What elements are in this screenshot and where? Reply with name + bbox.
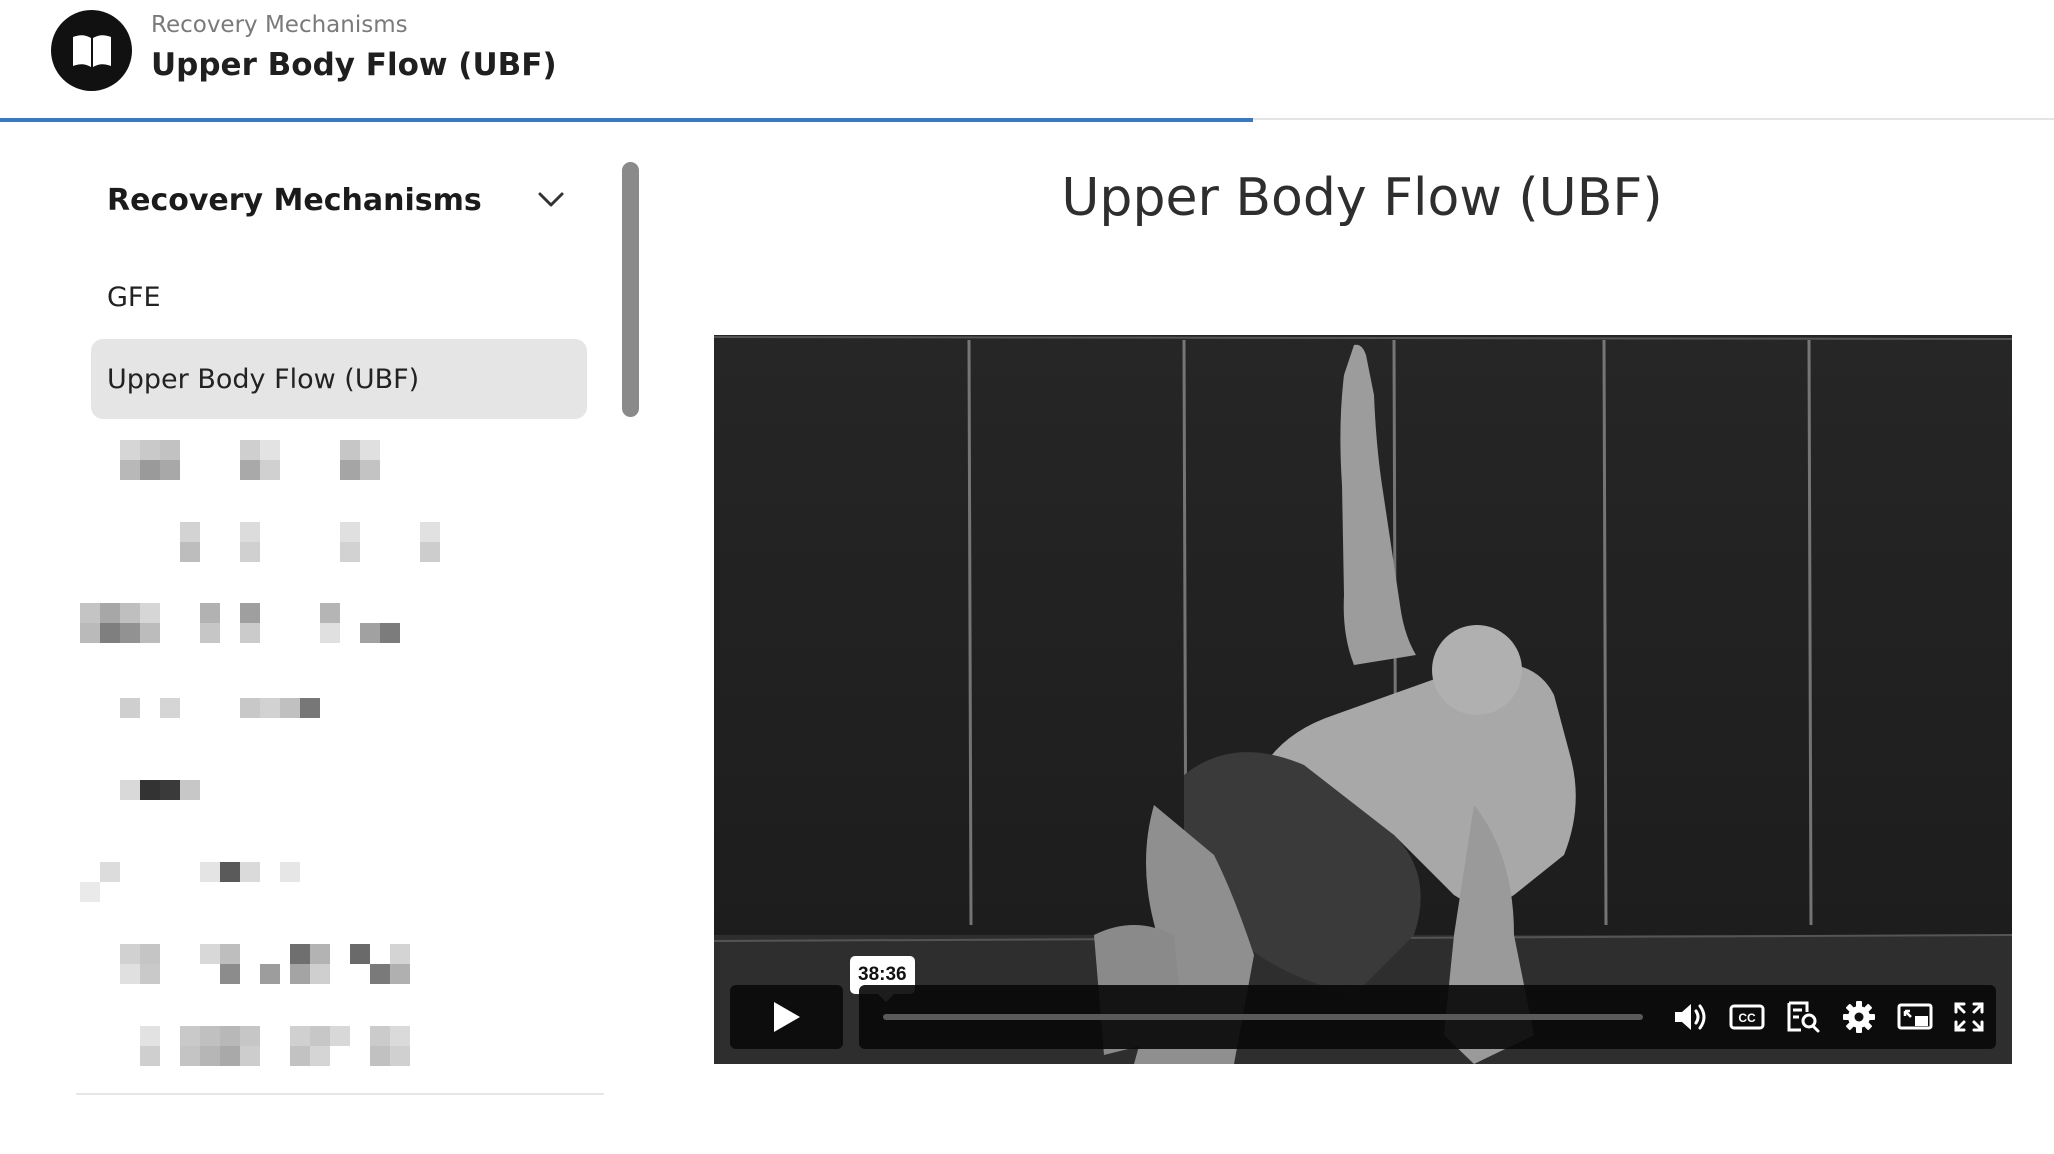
lesson-title: Upper Body Flow (UBF)	[1061, 168, 1663, 228]
svg-text:CC: CC	[1738, 1011, 1756, 1025]
play-button[interactable]	[730, 985, 843, 1049]
course-progress-bar	[0, 118, 2054, 122]
sidebar-item-label: GFE	[107, 281, 161, 313]
hover-time: 38:36	[858, 964, 907, 985]
settings-gear-icon[interactable]	[1839, 997, 1879, 1037]
top-header: Recovery Mechanisms Upper Body Flow (UBF…	[0, 0, 2054, 122]
section-toggle[interactable]: Recovery Mechanisms	[107, 178, 567, 222]
picture-in-picture-icon[interactable]	[1895, 997, 1935, 1037]
lesson-sidebar: Recovery Mechanisms GFE Upper Body Flow …	[76, 150, 604, 1095]
redacted-list-item[interactable]	[100, 944, 500, 986]
sidebar-item-gfe[interactable]: GFE	[91, 257, 587, 337]
transcript-search-icon[interactable]	[1783, 997, 1823, 1037]
redacted-list-item[interactable]	[80, 862, 380, 904]
sidebar-scrollbar[interactable]	[622, 162, 639, 417]
redacted-list-item[interactable]	[100, 780, 300, 822]
fullscreen-icon[interactable]	[1949, 997, 1989, 1037]
course-progress-fill	[0, 118, 1253, 122]
chevron-down-icon[interactable]	[535, 184, 567, 216]
course-logo[interactable]	[51, 10, 132, 91]
video-player[interactable]: 38:36 CC	[714, 335, 2012, 1064]
sidebar-item-ubf[interactable]: Upper Body Flow (UBF)	[91, 339, 587, 419]
lesson-title-header: Upper Body Flow (UBF)	[151, 47, 557, 83]
redacted-list-item[interactable]	[80, 603, 460, 645]
redacted-list-item[interactable]	[100, 522, 460, 564]
redacted-list-item[interactable]	[100, 1026, 500, 1068]
open-book-icon	[72, 34, 111, 67]
breadcrumb[interactable]: Recovery Mechanisms	[151, 12, 408, 38]
section-title: Recovery Mechanisms	[107, 182, 482, 218]
redacted-list-item[interactable]	[100, 440, 420, 482]
video-frame	[714, 335, 2012, 1064]
video-timeline[interactable]	[883, 1014, 1643, 1020]
sidebar-item-label: Upper Body Flow (UBF)	[107, 363, 420, 395]
play-icon	[773, 1002, 800, 1032]
cc-icon[interactable]: CC	[1727, 997, 1767, 1037]
player-controls: CC	[859, 985, 1996, 1049]
volume-icon[interactable]	[1671, 997, 1711, 1037]
redacted-list-item[interactable]	[100, 698, 400, 740]
